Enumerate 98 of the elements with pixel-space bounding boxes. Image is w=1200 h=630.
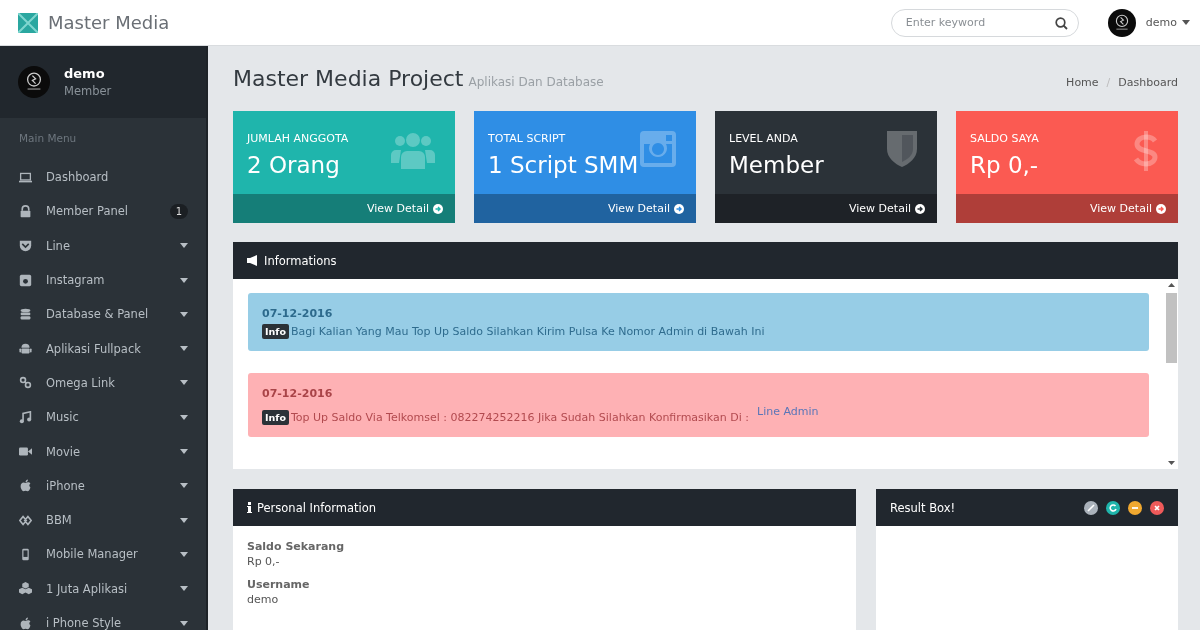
avatar bbox=[18, 66, 50, 98]
stat-value: Member bbox=[729, 152, 824, 178]
view-detail-link[interactable]: View Detail bbox=[367, 202, 443, 215]
link-icon bbox=[19, 376, 32, 390]
caret-icon bbox=[180, 243, 188, 249]
field-value: demo bbox=[247, 593, 280, 606]
sidebar-item[interactable]: Line bbox=[0, 228, 206, 263]
count-badge: 1 bbox=[169, 203, 188, 219]
arrow-circle-icon bbox=[674, 203, 684, 214]
view-detail-link[interactable]: View Detail bbox=[1090, 202, 1166, 215]
caret-icon bbox=[180, 380, 188, 386]
expand-button[interactable] bbox=[1084, 500, 1098, 515]
user-menu[interactable]: demo bbox=[1145, 16, 1190, 29]
robot-icon bbox=[19, 342, 32, 356]
scroll-down-icon[interactable] bbox=[1167, 461, 1175, 465]
breadcrumb-item[interactable]: Home bbox=[1066, 76, 1099, 89]
lock-icon bbox=[19, 204, 32, 218]
sidebar-item[interactable]: Music bbox=[0, 400, 206, 435]
caret-icon bbox=[1182, 20, 1190, 25]
sidebar-item[interactable]: Mobile Manager bbox=[0, 537, 206, 572]
menu-heading: Main Menu bbox=[18, 131, 78, 146]
stat-label: TOTAL SCRIPT bbox=[488, 132, 566, 145]
panel-title: Informations bbox=[264, 253, 337, 268]
sidebar-item[interactable]: i Phone Style bbox=[0, 605, 206, 630]
sidebar-item[interactable]: Omega Link bbox=[0, 365, 206, 401]
dollar-icon bbox=[1134, 131, 1158, 171]
scroll-up-icon[interactable] bbox=[1167, 283, 1175, 287]
breadcrumb-item[interactable]: Dashboard bbox=[1118, 76, 1178, 89]
field-label: Username bbox=[247, 578, 311, 591]
music-icon bbox=[19, 410, 32, 424]
view-detail-link[interactable]: View Detail bbox=[608, 202, 684, 215]
stat-value: 2 Orang bbox=[247, 152, 340, 178]
caret-icon bbox=[180, 346, 188, 352]
caret-icon bbox=[180, 517, 188, 523]
stat-value: 1 Script SMM bbox=[488, 152, 639, 178]
sidebar-item[interactable]: Database & Panel bbox=[0, 297, 206, 332]
phone-icon bbox=[19, 547, 32, 561]
caret-icon bbox=[180, 620, 188, 626]
page-title: Master Media Project bbox=[233, 66, 464, 91]
apple-icon bbox=[19, 616, 32, 630]
minimize-button[interactable] bbox=[1128, 500, 1142, 515]
sidebar-item[interactable]: iPhone bbox=[0, 468, 206, 503]
sidebar-item[interactable]: 1 Juta Aplikasi bbox=[0, 571, 206, 606]
info-tag: Info bbox=[262, 324, 289, 339]
info-tag: Info bbox=[262, 410, 289, 425]
refresh-button[interactable] bbox=[1106, 500, 1120, 515]
caret-icon bbox=[180, 277, 188, 283]
search-icon bbox=[1054, 16, 1068, 30]
view-detail-link[interactable]: View Detail bbox=[849, 202, 925, 215]
stat-label: LEVEL ANDA bbox=[729, 132, 798, 145]
arrow-circle-icon bbox=[433, 203, 443, 214]
stat-label: JUMLAH ANGGOTA bbox=[247, 132, 349, 145]
arrow-circle-icon bbox=[915, 203, 925, 214]
shield-icon bbox=[19, 239, 32, 253]
search-field[interactable]: Enter keyword bbox=[890, 8, 1079, 37]
users-icon bbox=[391, 131, 435, 171]
stat-label: SALDO SAYA bbox=[970, 132, 1039, 145]
alert-text: Bagi Kalian Yang Mau Top Up Saldo Silahkan Kirim Pulsa Ke Nomor Admin di Bawah Ini bbox=[290, 325, 765, 338]
stat-value: Rp 0,- bbox=[970, 152, 1039, 178]
apple-icon bbox=[19, 479, 32, 493]
cubes-icon bbox=[19, 582, 32, 596]
caret-icon bbox=[180, 483, 188, 489]
camera-icon bbox=[19, 273, 32, 287]
breadcrumb-separator: / bbox=[1106, 76, 1111, 89]
alert-date: 07-12-2016 bbox=[262, 387, 334, 400]
arrow-circle-icon bbox=[1156, 203, 1166, 214]
camera-icon bbox=[640, 131, 676, 167]
sidebar-item[interactable]: BBM bbox=[0, 502, 206, 538]
alert-text: Top Up Saldo Via Telkomsel : 082274252216 Jika Sudah Silahkan Konfirmasikan Di : bbox=[290, 411, 749, 424]
video-icon bbox=[19, 445, 32, 458]
alert-date: 07-12-2016 bbox=[262, 307, 334, 320]
caret-icon bbox=[180, 449, 188, 454]
database-icon bbox=[19, 307, 32, 321]
field-label: Saldo Sekarang bbox=[247, 540, 346, 553]
caret-icon bbox=[180, 414, 188, 420]
user-name: demo bbox=[64, 66, 106, 81]
panel-title: Result Box! bbox=[890, 500, 956, 515]
user-role: Member bbox=[64, 84, 112, 98]
sidebar-item[interactable]: Movie bbox=[0, 434, 206, 469]
info-icon bbox=[247, 502, 252, 513]
monitor-icon bbox=[19, 170, 32, 184]
shield-icon bbox=[887, 131, 917, 167]
sidebar-item[interactable]: Member Panel 1 bbox=[0, 194, 206, 229]
field-value: Rp 0,- bbox=[247, 555, 281, 568]
brand-title: Master Media bbox=[48, 12, 170, 33]
close-button[interactable] bbox=[1150, 500, 1164, 515]
diamond-icon bbox=[19, 513, 32, 527]
sidebar-item[interactable]: Instagram bbox=[0, 262, 206, 298]
page-subtitle: Aplikasi Dan Database bbox=[468, 75, 604, 89]
panel-title: Personal Information bbox=[257, 500, 377, 515]
logo-icon bbox=[18, 12, 38, 33]
avatar bbox=[1107, 8, 1136, 37]
sidebar-item[interactable]: Aplikasi Fullpack bbox=[0, 331, 206, 366]
caret-icon bbox=[180, 586, 188, 592]
caret-icon bbox=[180, 311, 188, 317]
caret-icon bbox=[180, 551, 188, 557]
sidebar-item[interactable]: Dashboard bbox=[0, 160, 206, 195]
megaphone-icon bbox=[247, 255, 259, 266]
